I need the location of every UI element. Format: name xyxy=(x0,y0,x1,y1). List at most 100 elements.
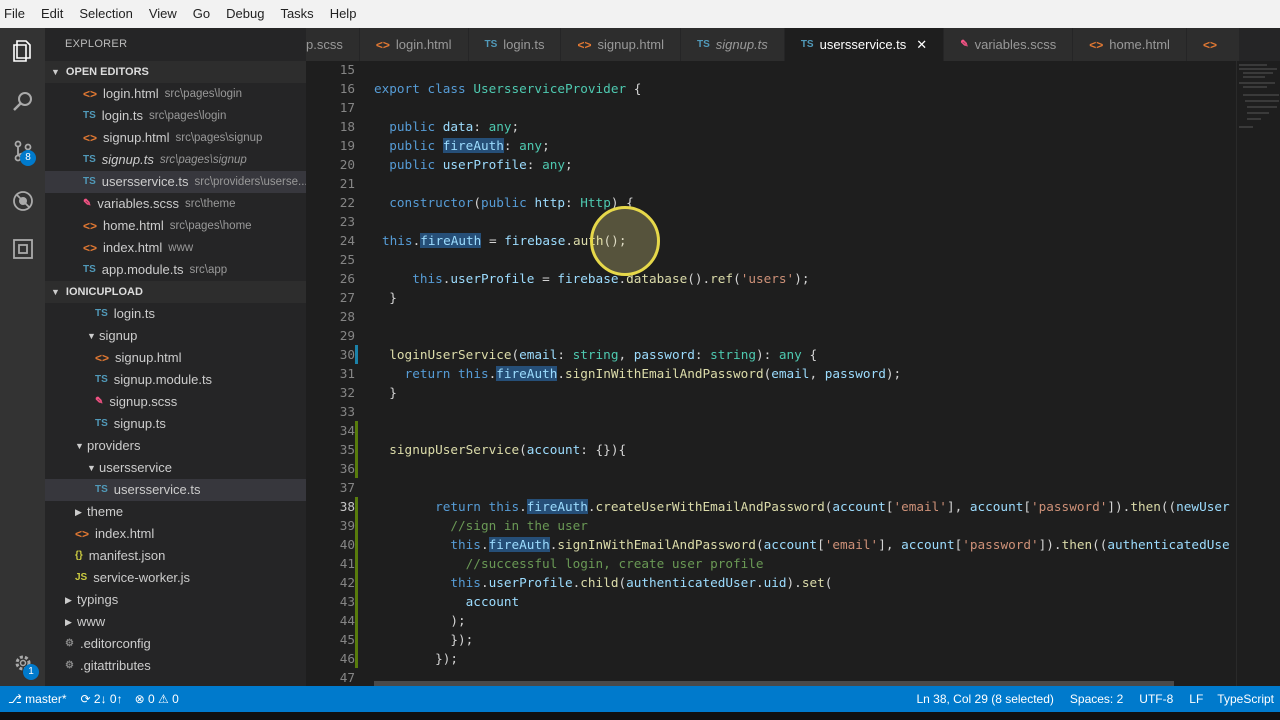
file-tree: TS login.ts ▼ signup <> signup.html TS signup.m… xyxy=(45,303,306,677)
tab-label: variables.scss xyxy=(974,37,1057,52)
html-file-icon: <> xyxy=(83,219,98,233)
code-editor[interactable]: 15 16 export class UsersserviceProvider {1… xyxy=(306,61,1236,686)
open-editors-label: OPEN EDITORS xyxy=(65,66,149,78)
line-number: 43 xyxy=(339,594,355,609)
code-line: constructor(public http: Http) { xyxy=(389,195,634,210)
tree-item-label: usersservice.ts xyxy=(113,482,201,497)
tree-file[interactable]: TS signup.module.ts xyxy=(45,369,306,391)
tab-p.scss[interactable]: p.scss xyxy=(306,28,360,61)
open-editor-item[interactable]: TS signup.ts src\pages\signup xyxy=(45,149,306,171)
cursor-position[interactable]: Ln 38, Col 29 (8 selected) xyxy=(916,692,1053,706)
scss-file-icon: ✎ xyxy=(95,396,104,407)
menu-file[interactable]: File xyxy=(0,0,33,28)
typescript-file-icon: TS xyxy=(83,110,96,121)
activity-bar: 8 1 xyxy=(0,28,45,686)
sync-counts: 2↓ 0↑ xyxy=(93,692,123,706)
tree-file[interactable]: ⚙ .gitattributes xyxy=(45,655,306,677)
minimap[interactable] xyxy=(1236,61,1280,686)
project-header[interactable]: ▼ IONICUPLOAD xyxy=(45,281,306,303)
line-number: 20 xyxy=(339,157,355,172)
tab-login.ts[interactable]: TS login.ts xyxy=(468,28,562,61)
file-name: signup.html xyxy=(103,130,170,145)
line-number: 23 xyxy=(339,214,355,229)
menu-tasks[interactable]: Tasks xyxy=(272,0,321,28)
tree-folder[interactable]: ▼ providers xyxy=(45,435,306,457)
menu-help[interactable]: Help xyxy=(322,0,365,28)
open-editor-item[interactable]: TS app.module.ts src\app xyxy=(45,259,306,281)
gutter-change-marker xyxy=(355,649,358,668)
menu-bar: File Edit Selection View Go Debug Tasks Help xyxy=(0,0,1280,28)
line-number: 42 xyxy=(339,575,355,590)
menu-go[interactable]: Go xyxy=(185,0,218,28)
explorer-icon[interactable] xyxy=(0,28,45,73)
file-name: index.html xyxy=(103,240,163,255)
file-path: src\app xyxy=(189,264,228,276)
close-icon[interactable]: ✕ xyxy=(916,37,927,53)
open-editor-item[interactable]: <> index.html www xyxy=(45,237,306,259)
open-editor-item[interactable]: <> login.html src\pages\login xyxy=(45,83,306,105)
sync-status[interactable]: ⟳ 2↓ 0↑ xyxy=(81,692,123,706)
line-number: 16 xyxy=(339,81,355,96)
tree-file[interactable]: <> signup.html xyxy=(45,347,306,369)
explorer-sidebar: EXPLORER ▼ OPEN EDITORS <> login.html src\p… xyxy=(45,28,306,686)
typescript-file-icon: TS xyxy=(484,39,498,50)
tab-label: login.html xyxy=(395,37,452,52)
tree-file[interactable]: ✎ signup.scss xyxy=(45,391,306,413)
tab-overflow[interactable]: <> xyxy=(1186,28,1240,61)
menu-edit[interactable]: Edit xyxy=(33,0,71,28)
editor-tabs: p.scss <> login.html TS login.ts <> signup.htm… xyxy=(306,28,1280,61)
tree-file[interactable]: TS usersservice.ts xyxy=(45,479,306,501)
tree-item-label: signup.module.ts xyxy=(113,372,213,387)
tree-file[interactable]: JS service-worker.js xyxy=(45,567,306,589)
tab-signup.html[interactable]: <> signup.html xyxy=(561,28,681,61)
settings-gear-icon[interactable] xyxy=(0,640,45,685)
tree-file[interactable]: ⚙ .editorconfig xyxy=(45,633,306,655)
encoding[interactable]: UTF-8 xyxy=(1139,692,1173,706)
debug-icon[interactable] xyxy=(0,178,45,223)
menu-selection[interactable]: Selection xyxy=(71,0,140,28)
tree-file[interactable]: TS signup.ts xyxy=(45,413,306,435)
tab-login.html[interactable]: <> login.html xyxy=(359,28,469,61)
explorer-title: EXPLORER xyxy=(65,38,128,50)
tree-file[interactable]: TS login.ts xyxy=(45,303,306,325)
menu-debug[interactable]: Debug xyxy=(218,0,272,28)
tab-signup.ts[interactable]: TS signup.ts xyxy=(680,28,785,61)
menu-view[interactable]: View xyxy=(141,0,185,28)
project-label: IONICUPLOAD xyxy=(65,286,143,298)
gutter-change-marker xyxy=(355,440,358,459)
tree-folder[interactable]: ▶ theme xyxy=(45,501,306,523)
open-editor-item[interactable]: <> home.html src\pages\home xyxy=(45,215,306,237)
extensions-icon[interactable] xyxy=(0,226,45,271)
tab-usersservice.ts[interactable]: TS usersservice.ts ✕ xyxy=(784,28,945,61)
tab-variables.scss[interactable]: ✎ variables.scss xyxy=(944,28,1074,61)
tree-folder[interactable]: ▶ www xyxy=(45,611,306,633)
gutter-change-marker xyxy=(355,611,358,630)
open-editor-item[interactable]: ✎ variables.scss src\theme xyxy=(45,193,306,215)
tree-file[interactable]: {} manifest.json xyxy=(45,545,306,567)
tree-folder[interactable]: ▼ usersservice xyxy=(45,457,306,479)
branch-status[interactable]: ⎇ master* xyxy=(8,692,67,706)
open-editor-item[interactable]: <> signup.html src\pages\signup xyxy=(45,127,306,149)
problems-status[interactable]: ⊗ 0 ⚠ 0 xyxy=(135,692,179,706)
tab-home.html[interactable]: <> home.html xyxy=(1073,28,1187,61)
line-ending[interactable]: LF xyxy=(1189,692,1203,706)
open-editors-header[interactable]: ▼ OPEN EDITORS xyxy=(45,61,306,83)
tree-folder[interactable]: ▶ typings xyxy=(45,589,306,611)
line-number: 19 xyxy=(339,138,355,153)
line-number: 36 xyxy=(339,461,355,476)
tree-item-label: signup xyxy=(99,328,138,343)
language-mode[interactable]: TypeScript xyxy=(1217,692,1274,706)
indentation[interactable]: Spaces: 2 xyxy=(1070,692,1123,706)
chevron-down-icon: ▼ xyxy=(51,287,60,297)
open-editor-item[interactable]: TS usersservice.ts src\providers\userse... xyxy=(45,171,306,193)
line-number: 26 xyxy=(339,271,355,286)
tree-file[interactable]: <> index.html xyxy=(45,523,306,545)
error-count: 0 xyxy=(147,692,155,706)
search-icon[interactable] xyxy=(0,78,45,123)
line-number: 24 xyxy=(339,233,355,248)
tree-folder[interactable]: ▼ signup xyxy=(45,325,306,347)
typescript-file-icon: TS xyxy=(696,39,710,50)
open-editors-list: <> login.html src\pages\login TS login.ts src… xyxy=(45,83,306,281)
code-line: }); xyxy=(374,651,459,666)
open-editor-item[interactable]: TS login.ts src\pages\login xyxy=(45,105,306,127)
